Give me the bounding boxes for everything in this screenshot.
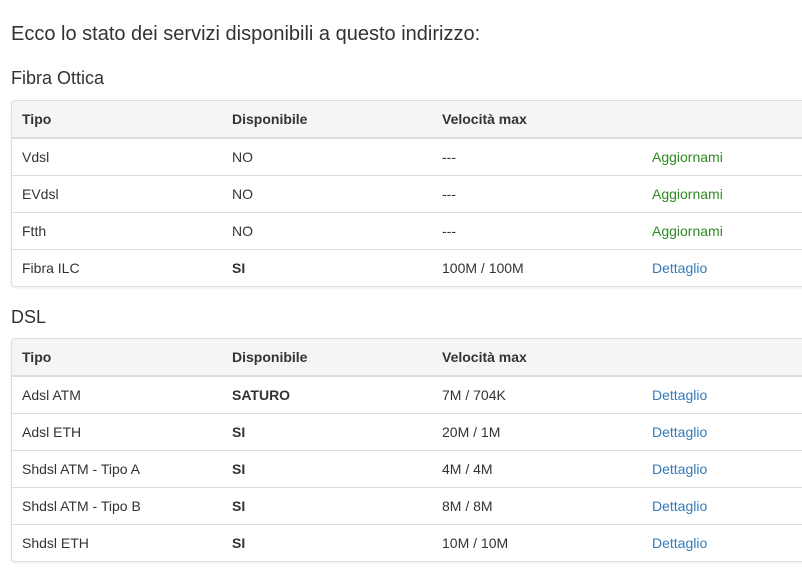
cell-action: Dettaglio	[642, 486, 802, 524]
cell-action: Aggiornami	[642, 138, 802, 175]
aggiornami-link[interactable]: Aggiornami	[652, 149, 723, 165]
table-row: Shdsl ATM - Tipo A SI 4M / 4M Dettaglio	[12, 449, 802, 487]
cell-velocita: 20M / 1M	[432, 412, 642, 450]
column-header-disponibile: Disponibile	[222, 101, 432, 139]
table-row: Ftth NO --- Aggiornami	[12, 211, 802, 249]
cell-disponibile: SI	[222, 248, 432, 286]
cell-action: Dettaglio	[642, 449, 802, 487]
table-header-row: Tipo Disponibile Velocità max	[12, 339, 802, 377]
table-header-row: Tipo Disponibile Velocità max	[12, 101, 802, 139]
cell-disponibile: NO	[232, 148, 253, 165]
cell-velocita: ---	[432, 211, 642, 249]
cell-tipo: Shdsl ATM - Tipo A	[12, 449, 222, 487]
table-row: Fibra ILC SI 100M / 100M Dettaglio	[12, 248, 802, 286]
cell-action: Dettaglio	[642, 523, 802, 561]
cell-tipo: Adsl ETH	[12, 412, 222, 450]
aggiornami-link[interactable]: Aggiornami	[652, 186, 723, 202]
cell-tipo: Shdsl ATM - Tipo B	[12, 486, 222, 524]
column-header-velocita: Velocità max	[432, 101, 642, 139]
dsl-table: Tipo Disponibile Velocità max Adsl ATM S…	[12, 339, 802, 561]
cell-action: Dettaglio	[642, 248, 802, 286]
cell-tipo: Adsl ATM	[22, 386, 81, 403]
dettaglio-link[interactable]: Dettaglio	[652, 461, 707, 477]
page: Ecco lo stato dei servizi disponibili a …	[0, 0, 802, 576]
dettaglio-link[interactable]: Dettaglio	[652, 498, 707, 514]
table-row: Vdsl NO --- Aggiornami	[12, 138, 802, 175]
column-header-tipo: Tipo	[12, 339, 222, 377]
dettaglio-link[interactable]: Dettaglio	[652, 535, 707, 551]
column-header-disponibile: Disponibile	[222, 339, 432, 377]
column-header-action	[642, 101, 802, 139]
cell-action: Dettaglio	[642, 412, 802, 450]
cell-velocita: 100M / 100M	[432, 248, 642, 286]
cell-action: Dettaglio	[642, 376, 802, 413]
cell-velocita: 8M / 8M	[432, 486, 642, 524]
table-row: Shdsl ETH SI 10M / 10M Dettaglio	[12, 523, 802, 561]
column-header-velocita: Velocità max	[432, 339, 642, 377]
column-header-action	[642, 339, 802, 377]
cell-velocita: 10M / 10M	[432, 523, 642, 561]
table-row: Shdsl ATM - Tipo B SI 8M / 8M Dettaglio	[12, 486, 802, 524]
dettaglio-link[interactable]: Dettaglio	[652, 260, 707, 276]
cell-tipo: Shdsl ETH	[12, 523, 222, 561]
cell-disponibile: SI	[222, 412, 432, 450]
cell-tipo: Ftth	[12, 211, 222, 249]
dettaglio-link[interactable]: Dettaglio	[652, 387, 707, 403]
cell-tipo: EVdsl	[12, 174, 222, 212]
section-title-fibra-ottica: Fibra Ottica	[11, 68, 105, 88]
cell-velocita: ---	[432, 174, 642, 212]
cell-disponibile: SI	[222, 523, 432, 561]
cell-velocita: ---	[442, 148, 456, 165]
cell-disponibile: SATURO	[232, 386, 291, 403]
cell-disponibile: NO	[222, 211, 432, 249]
table-row: Adsl ATM SATURO 7M / 704K Dettaglio	[12, 376, 802, 413]
fibra-ottica-table-panel: Tipo Disponibile Velocità max Vdsl NO --…	[11, 100, 802, 287]
cell-disponibile: NO	[222, 174, 432, 212]
aggiornami-link[interactable]: Aggiornami	[652, 223, 723, 239]
dettaglio-link[interactable]: Dettaglio	[652, 424, 707, 440]
table-row: EVdsl NO --- Aggiornami	[12, 174, 802, 212]
dsl-table-panel: Tipo Disponibile Velocità max Adsl ATM S…	[11, 338, 802, 562]
cell-disponibile: SI	[222, 449, 432, 487]
cell-tipo: Fibra ILC	[12, 248, 222, 286]
fibra-ottica-table: Tipo Disponibile Velocità max Vdsl NO --…	[12, 101, 802, 286]
section-title-dsl: DSL	[11, 307, 47, 327]
cell-action: Aggiornami	[642, 174, 802, 212]
cell-action: Aggiornami	[642, 211, 802, 249]
cell-velocita: 4M / 4M	[432, 449, 642, 487]
cell-disponibile: SI	[222, 486, 432, 524]
intro-text: Ecco lo stato dei servizi disponibili a …	[11, 23, 481, 45]
column-header-tipo: Tipo	[12, 101, 222, 139]
cell-velocita: 7M / 704K	[442, 386, 506, 403]
cell-tipo: Vdsl	[22, 148, 50, 165]
table-row: Adsl ETH SI 20M / 1M Dettaglio	[12, 412, 802, 450]
